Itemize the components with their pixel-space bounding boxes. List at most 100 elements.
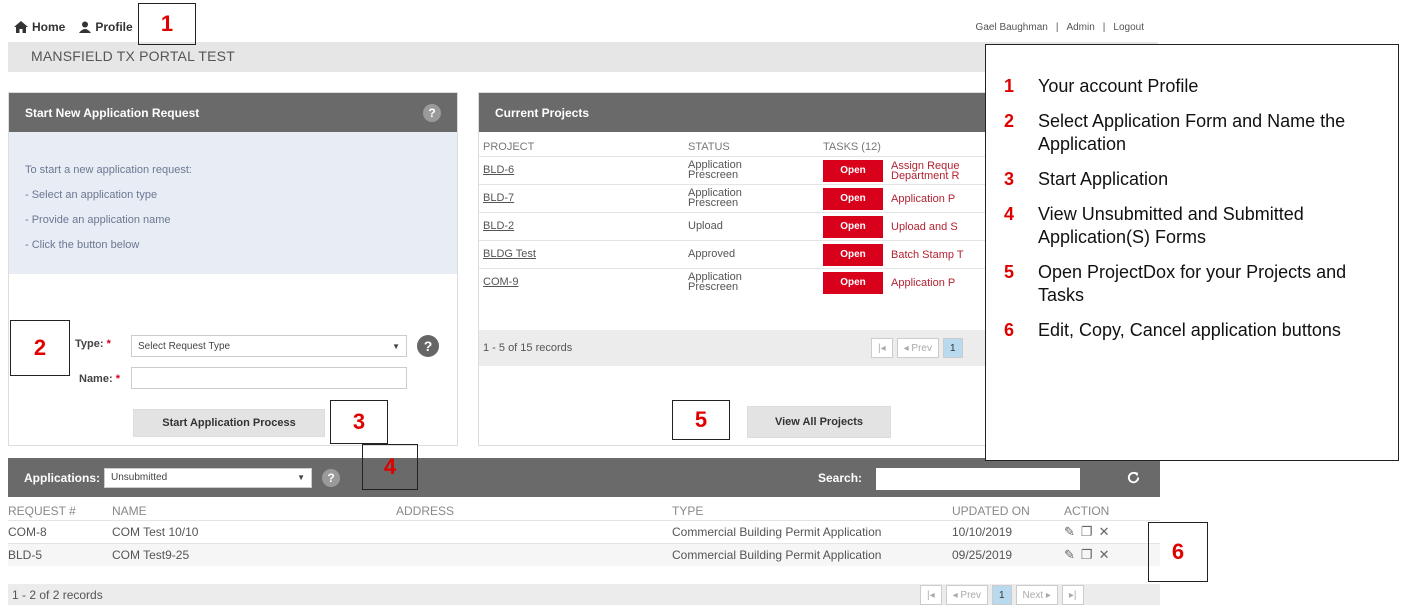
close-icon[interactable]: ✕ [1099, 547, 1116, 562]
prev-page-button[interactable]: ◂ Prev [945, 585, 988, 605]
pager-controls: |◂ ◂ Prev 1 [871, 338, 963, 358]
request-number: BLD-5 [8, 542, 112, 566]
open-task-button[interactable]: Open [823, 243, 883, 266]
required-mark: * [106, 338, 111, 350]
status-line: Prescreen [688, 281, 739, 294]
task-link[interactable]: Batch Stamp T [891, 249, 964, 260]
project-status: Application Prescreen [684, 183, 819, 212]
help-icon[interactable]: ? [322, 468, 341, 487]
panel-title: Current Projects [495, 105, 590, 120]
legend-number: 5 [1004, 262, 1015, 282]
help-icon[interactable]: ? [417, 335, 439, 357]
first-page-button[interactable]: |◂ [920, 585, 942, 605]
edit-icon[interactable]: ✎ [1064, 547, 1081, 562]
edit-icon[interactable]: ✎ [1064, 524, 1081, 539]
page-number-button[interactable]: 1 [942, 338, 963, 358]
name-label-text: Name: [79, 373, 113, 385]
applications-header: Applications: Unsubmitted ▼ ? Search: [8, 458, 1160, 497]
legend-number: 6 [1004, 320, 1015, 340]
home-link[interactable]: Home [14, 20, 65, 34]
new-application-panel: Start New Application Request ? To start… [8, 92, 458, 446]
instruction-line: To start a new application request: [25, 164, 192, 176]
col-tasks: TASKS (12) [823, 141, 881, 153]
user-bar: Gael Baughman | Admin | Logout [976, 22, 1144, 33]
first-page-button[interactable]: |◂ [871, 338, 893, 358]
legend-number: 2 [1004, 111, 1015, 131]
legend-item: 3 Start Application [1004, 168, 1380, 191]
top-nav: Home Profile [14, 20, 133, 34]
table-row: COM-9 Application Prescreen Open Applicati… [479, 267, 995, 296]
request-type-value: Select Request Type [138, 340, 231, 352]
table-row: BLDG Test Approved Open Batch Stamp T [479, 239, 995, 268]
open-task-button[interactable]: Open [823, 215, 883, 238]
pager-controls: |◂ ◂ Prev 1 Next ▸ ▸| [920, 585, 1084, 605]
project-link[interactable]: BLD-6 [479, 155, 684, 184]
current-projects-header: Current Projects [479, 93, 995, 132]
task-link[interactable]: Assign Reque Department R [891, 160, 960, 182]
type-label: Type: * [75, 338, 111, 350]
filter-value: Unsubmitted [111, 472, 168, 483]
open-task-button[interactable]: Open [823, 187, 883, 210]
separator: | [1102, 22, 1106, 33]
project-link[interactable]: COM-9 [479, 267, 684, 296]
legend-text: Edit, Copy, Cancel application buttons [1038, 320, 1341, 340]
application-address [396, 542, 672, 566]
task-cell: Open Upload and S [819, 212, 995, 240]
view-all-projects-button[interactable]: View All Projects [747, 406, 891, 438]
last-page-button[interactable]: ▸| [1061, 585, 1084, 605]
status-line: Prescreen [688, 169, 739, 181]
table-row: BLD-2 Upload Open Upload and S [479, 211, 995, 240]
project-link[interactable]: BLD-2 [479, 211, 684, 240]
chevron-down-icon: ▼ [392, 341, 400, 351]
legend-text: Open ProjectDox for your Projects and Ta… [1038, 262, 1347, 305]
project-link[interactable]: BLDG Test [479, 239, 684, 268]
start-application-button[interactable]: Start Application Process [133, 409, 325, 437]
status-line: Prescreen [688, 197, 739, 209]
legend-item: 2 Select Application Form and Name the Ap… [1004, 110, 1380, 156]
legend-text: Start Application [1038, 169, 1169, 189]
task-cell: Open Assign Reque Department R [819, 156, 995, 184]
copy-icon[interactable]: ❐ [1081, 524, 1099, 539]
task-link[interactable]: Upload and S [891, 221, 958, 232]
col-project: PROJECT [483, 140, 535, 153]
home-label: Home [32, 20, 66, 34]
open-task-button[interactable]: Open [823, 271, 883, 294]
request-type-select[interactable]: Select Request Type ▼ [131, 335, 407, 357]
callout-2: 2 [10, 320, 70, 376]
separator: | [1055, 22, 1059, 33]
refresh-icon[interactable] [1126, 470, 1141, 485]
projects-table: PROJECT STATUS TASKS (12) BLD-6 Applicat… [479, 138, 995, 296]
copy-icon[interactable]: ❐ [1081, 547, 1099, 562]
callout-5: 5 [672, 400, 730, 440]
help-icon[interactable]: ? [423, 103, 441, 122]
application-name-input[interactable] [131, 367, 407, 389]
callout-6: 6 [1148, 522, 1208, 582]
col-status: STATUS [688, 140, 730, 153]
col-request: REQUEST # [8, 503, 76, 518]
task-line: Department R [891, 169, 960, 182]
home-icon [14, 21, 28, 33]
instruction-line: - Provide an application name [25, 214, 171, 226]
applications-pager: 1 - 2 of 2 records |◂ ◂ Prev 1 Next ▸ ▸| [8, 584, 1160, 605]
legend-box: 1 Your account Profile 2 Select Applicatio… [985, 44, 1399, 461]
page-number-button[interactable]: 1 [991, 585, 1012, 605]
instruction-line: - Select an application type [25, 189, 158, 201]
legend-number: 1 [1004, 76, 1015, 96]
task-link[interactable]: Application P [891, 277, 955, 288]
search-input[interactable] [876, 468, 1080, 490]
legend-number: 4 [1004, 204, 1015, 224]
table-header-row: REQUEST # NAME ADDRESS TYPE UPDATED ON A… [8, 502, 1160, 520]
profile-link[interactable]: Profile [79, 20, 133, 34]
prev-page-button[interactable]: ◂ Prev [896, 338, 939, 358]
project-link[interactable]: BLD-7 [479, 183, 684, 212]
task-link[interactable]: Application P [891, 193, 955, 204]
updated-on: 10/10/2019 [952, 519, 1064, 543]
open-task-button[interactable]: Open [823, 159, 883, 182]
applications-filter-select[interactable]: Unsubmitted ▼ [104, 467, 313, 488]
chevron-down-icon: ▼ [297, 473, 306, 482]
close-icon[interactable]: ✕ [1099, 524, 1116, 539]
next-page-button[interactable]: Next ▸ [1015, 585, 1058, 605]
logout-link[interactable]: Logout [1113, 22, 1144, 33]
admin-link[interactable]: Admin [1066, 22, 1094, 33]
user-name[interactable]: Gael Baughman [976, 22, 1048, 33]
